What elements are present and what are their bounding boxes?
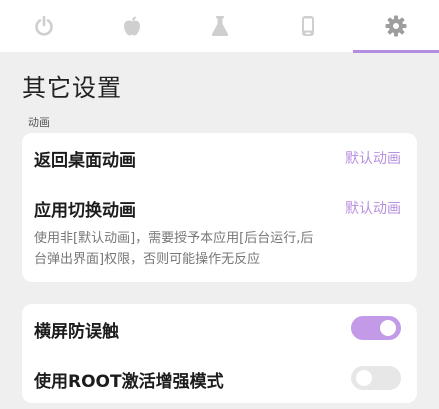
app-switch-animation-value[interactable]: 默认动画 xyxy=(345,198,401,218)
tab-flask[interactable] xyxy=(176,0,264,52)
root-mode-title: 使用ROOT激活增强模式 xyxy=(34,372,224,392)
app-switch-animation-title: 应用切换动画 xyxy=(34,201,136,221)
phone-icon xyxy=(302,16,314,36)
landscape-guard-toggle[interactable] xyxy=(351,316,401,340)
power-icon xyxy=(35,15,53,36)
app-switch-animation-description: 使用非[默认动画]，需要授予本应用[后台运行,后 台弹出界面]权限，否则可能操作… xyxy=(34,228,364,270)
flask-icon xyxy=(211,16,229,36)
toggle-knob xyxy=(356,370,372,386)
description-line: 使用非[默认动画]，需要授予本应用[后台运行,后 xyxy=(34,231,314,246)
animation-settings-card: 返回桌面动画 默认动画 应用切换动画 默认动画 使用非[默认动画]，需要授予本应… xyxy=(22,133,417,282)
tab-settings[interactable] xyxy=(352,0,439,52)
description-line: 台弹出界面]权限，否则可能操作无反应 xyxy=(34,252,261,267)
toggle-knob xyxy=(380,320,396,336)
tab-power[interactable] xyxy=(0,0,88,52)
top-tab-bar xyxy=(0,0,439,53)
apple-icon xyxy=(124,16,140,36)
gear-icon xyxy=(385,15,407,37)
section-label-animation: 动画 xyxy=(28,116,50,129)
landscape-guard-title: 横屏防误触 xyxy=(34,322,119,342)
root-mode-toggle[interactable] xyxy=(351,366,401,390)
tab-apple[interactable] xyxy=(88,0,176,52)
back-home-animation-value[interactable]: 默认动画 xyxy=(345,148,401,168)
active-tab-indicator xyxy=(353,50,439,53)
back-home-animation-title: 返回桌面动画 xyxy=(34,151,136,171)
tab-device[interactable] xyxy=(264,0,352,52)
misc-settings-card: 横屏防误触 使用ROOT激活增强模式 xyxy=(22,304,417,403)
page-title: 其它设置 xyxy=(22,74,122,102)
